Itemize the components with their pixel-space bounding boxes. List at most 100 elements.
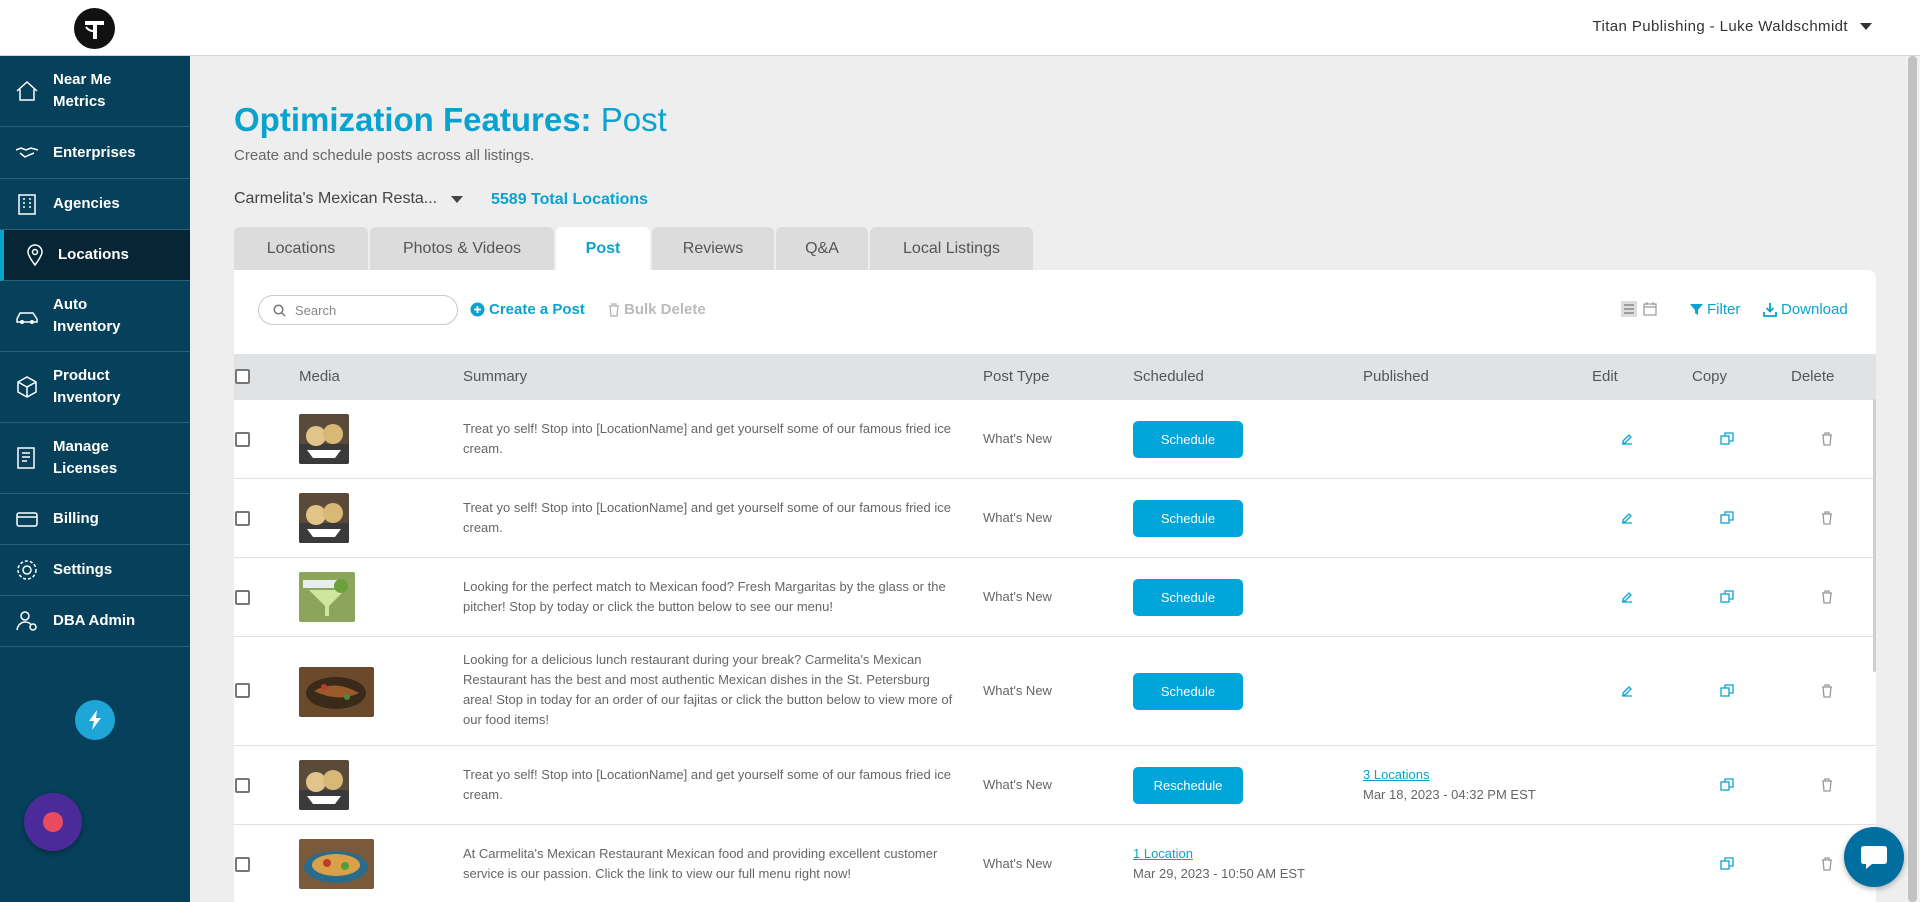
tab-local-listings[interactable]: Local Listings xyxy=(870,227,1033,270)
tab-post[interactable]: Post xyxy=(556,227,650,270)
total-locations-link[interactable]: 5589 Total Locations xyxy=(491,191,648,209)
record-dot-icon xyxy=(43,812,63,832)
scheduled-location-link[interactable]: 1 Location xyxy=(1133,844,1305,864)
sidebar-item-manage-licenses[interactable]: Manage Licenses xyxy=(0,423,190,494)
edit-icon[interactable] xyxy=(1620,432,1634,446)
published-date: Mar 18, 2023 - 04:32 PM EST xyxy=(1363,787,1536,802)
tab-reviews[interactable]: Reviews xyxy=(652,227,774,270)
chevron-down-icon xyxy=(451,195,464,203)
lightning-icon[interactable] xyxy=(75,700,115,740)
tab-photos-videos[interactable]: Photos & Videos xyxy=(370,227,554,270)
table-row: Treat yo self! Stop into [LocationName] … xyxy=(234,746,1876,825)
window-scrollbar-thumb[interactable] xyxy=(1908,56,1917,902)
page-title-bold: Optimization Features: xyxy=(234,101,592,138)
download-button[interactable]: Download xyxy=(1763,301,1848,318)
sidebar-item-product-inventory[interactable]: Product Inventory xyxy=(0,352,190,423)
account-label: Titan Publishing - Luke Waldschmidt xyxy=(1592,18,1848,35)
filter-label: Filter xyxy=(1707,301,1741,318)
post-thumbnail-mexican-food[interactable] xyxy=(299,839,374,889)
schedule-button[interactable]: Schedule xyxy=(1133,421,1243,458)
table-row: Looking for the perfect match to Mexican… xyxy=(234,558,1876,637)
window-scrollbar[interactable] xyxy=(1905,56,1920,902)
trash-icon[interactable] xyxy=(1820,857,1834,871)
edit-icon[interactable] xyxy=(1620,590,1634,604)
row-summary: Looking for the perfect match to Mexican… xyxy=(463,579,946,614)
download-label: Download xyxy=(1781,301,1848,318)
view-toggle xyxy=(1621,301,1657,317)
row-post-type: What's New xyxy=(983,510,1052,525)
edit-icon[interactable] xyxy=(1620,684,1634,698)
record-button[interactable] xyxy=(24,793,82,851)
scheduled-info: 1 Location Mar 29, 2023 - 10:50 AM EST xyxy=(1133,844,1305,884)
post-thumbnail-fajitas[interactable] xyxy=(299,667,374,717)
row-post-type: What's New xyxy=(983,431,1052,446)
trash-icon xyxy=(609,302,619,317)
row-checkbox[interactable] xyxy=(235,683,250,698)
create-post-button[interactable]: Create a Post xyxy=(470,301,585,318)
search-input[interactable] xyxy=(295,302,435,318)
search-box[interactable] xyxy=(258,295,458,325)
sidebar-item-auto-inventory[interactable]: Auto Inventory xyxy=(0,281,190,352)
chat-widget-button[interactable] xyxy=(1844,827,1904,887)
sidebar-item-enterprises[interactable]: Enterprises xyxy=(0,127,190,179)
plus-circle-icon xyxy=(470,302,485,317)
post-thumbnail-fried-ice-cream[interactable] xyxy=(299,493,349,543)
sidebar-item-locations[interactable]: Locations xyxy=(0,230,190,281)
select-all-checkbox[interactable] xyxy=(235,369,250,384)
tab-locations[interactable]: Locations xyxy=(234,227,368,270)
trash-icon[interactable] xyxy=(1820,511,1834,525)
bulk-delete-button[interactable]: Bulk Delete xyxy=(608,301,706,318)
reschedule-button[interactable]: Reschedule xyxy=(1133,767,1243,804)
trash-icon[interactable] xyxy=(1820,590,1834,604)
chevron-down-icon xyxy=(1860,23,1872,30)
row-post-type: What's New xyxy=(983,777,1052,792)
create-post-label: Create a Post xyxy=(489,301,585,318)
table-header: Media Summary Post Type Scheduled Publis… xyxy=(234,354,1876,400)
location-selector[interactable]: Carmelita's Mexican Resta... xyxy=(234,190,464,208)
filter-button[interactable]: Filter xyxy=(1690,301,1740,318)
row-checkbox[interactable] xyxy=(235,590,250,605)
sidebar-item-label: DBA Admin xyxy=(53,612,136,629)
copy-icon[interactable] xyxy=(1720,511,1734,525)
copy-icon[interactable] xyxy=(1720,778,1734,792)
trash-icon[interactable] xyxy=(1820,778,1834,792)
page-title-light: Post xyxy=(600,101,667,138)
copy-icon[interactable] xyxy=(1720,684,1734,698)
building-icon xyxy=(18,194,36,215)
sidebar-item-billing[interactable]: Billing xyxy=(0,494,190,545)
bulk-delete-label: Bulk Delete xyxy=(624,301,706,318)
post-thumbnail-fried-ice-cream[interactable] xyxy=(299,760,349,810)
account-menu[interactable]: Titan Publishing - Luke Waldschmidt xyxy=(1592,18,1872,35)
sidebar-item-near-me-metrics[interactable]: Near Me Metrics xyxy=(0,56,190,127)
calendar-view-icon[interactable] xyxy=(1643,302,1657,316)
post-thumbnail-fried-ice-cream[interactable] xyxy=(299,414,349,464)
list-view-icon[interactable] xyxy=(1621,301,1637,317)
copy-icon[interactable] xyxy=(1720,857,1734,871)
row-checkbox[interactable] xyxy=(235,778,250,793)
car-icon xyxy=(16,312,38,324)
schedule-button[interactable]: Schedule xyxy=(1133,579,1243,616)
location-selector-label: Carmelita's Mexican Resta... xyxy=(234,190,438,207)
sidebar-item-agencies[interactable]: Agencies xyxy=(0,179,190,230)
row-checkbox[interactable] xyxy=(235,432,250,447)
copy-icon[interactable] xyxy=(1720,590,1734,604)
table-scrollbar[interactable] xyxy=(1873,399,1876,672)
table-row: Treat yo self! Stop into [LocationName] … xyxy=(234,400,1876,479)
titan-logo-icon[interactable] xyxy=(74,8,115,49)
post-thumbnail-margarita[interactable] xyxy=(299,572,355,622)
row-checkbox[interactable] xyxy=(235,511,250,526)
copy-icon[interactable] xyxy=(1720,432,1734,446)
column-edit: Edit xyxy=(1592,368,1618,385)
row-checkbox[interactable] xyxy=(235,857,250,872)
sidebar-item-dba-admin[interactable]: DBA Admin xyxy=(0,596,190,647)
trash-icon[interactable] xyxy=(1820,684,1834,698)
published-locations-link[interactable]: 3 Locations xyxy=(1363,765,1536,785)
trash-icon[interactable] xyxy=(1820,432,1834,446)
sidebar-item-label: Manage Licenses xyxy=(53,438,118,477)
schedule-button[interactable]: Schedule xyxy=(1133,500,1243,537)
schedule-button[interactable]: Schedule xyxy=(1133,673,1243,710)
tab-qa[interactable]: Q&A xyxy=(776,227,868,270)
edit-icon[interactable] xyxy=(1620,511,1634,525)
sidebar-item-settings[interactable]: Settings xyxy=(0,545,190,596)
map-pin-icon xyxy=(27,244,43,267)
